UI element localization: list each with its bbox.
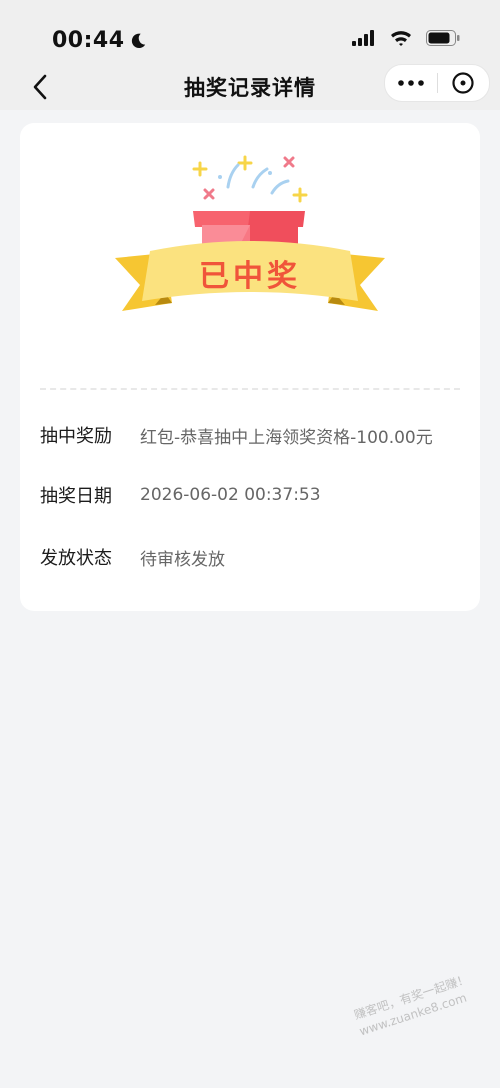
dashed-divider: [40, 388, 460, 390]
draw-date-value: 2026-06-02 00:37:53: [140, 485, 321, 505]
status-row: 发放状态 待审核发放: [40, 542, 470, 572]
draw-date-row: 抽奖日期 2026-06-02 00:37:53: [40, 480, 470, 510]
battery-icon: [426, 30, 460, 46]
clock: 00:44: [52, 28, 147, 53]
reward-value: 红包-恭喜抽中上海领奖资格-100.00元: [140, 427, 433, 448]
close-circle-icon: [452, 72, 474, 94]
moon-icon: [131, 33, 145, 48]
status-bar: 00:44: [0, 0, 500, 64]
record-card: 已中奖 抽中奖励 红包-恭喜抽中上海领奖资格-100.00元 抽奖日期 2026…: [20, 123, 480, 611]
wifi-icon: [391, 31, 411, 46]
draw-date-label: 抽奖日期: [40, 486, 112, 507]
more-button[interactable]: [385, 65, 437, 101]
clock-text: 00:44: [52, 28, 125, 53]
navigation-bar: 抽奖记录详情: [0, 64, 500, 110]
prize-badge-text: 已中奖: [199, 259, 301, 294]
sparkle-icons: [192, 155, 308, 203]
reward-label: 抽中奖励: [40, 426, 112, 447]
mini-program-capsule: [384, 64, 490, 102]
status-label: 发放状态: [40, 548, 112, 569]
prize-won-graphic: 已中奖: [115, 155, 385, 311]
status-value: 待审核发放: [140, 549, 225, 570]
reward-row: 抽中奖励 红包-恭喜抽中上海领奖资格-100.00元: [40, 420, 470, 450]
watermark: 赚客吧，有奖一起赚！ www.zuanke8.com: [352, 971, 477, 1040]
close-button[interactable]: [437, 65, 489, 101]
more-dots-icon: [397, 80, 424, 86]
signal-icon: [352, 30, 374, 46]
status-icons: [352, 30, 460, 46]
